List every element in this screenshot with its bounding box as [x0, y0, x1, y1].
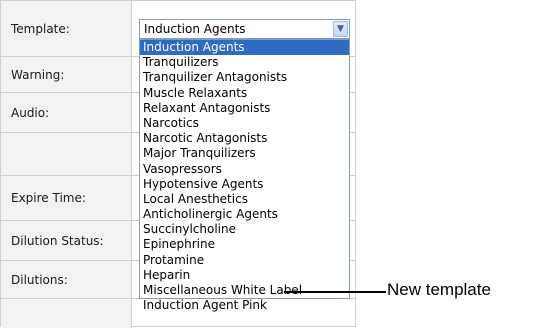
template-option[interactable]: Muscle Relaxants	[140, 86, 349, 101]
template-option[interactable]: Induction Agents	[140, 40, 349, 56]
warning-label: Warning:	[1, 57, 132, 93]
template-option-new[interactable]: Induction Agent Pink	[140, 298, 349, 313]
template-label: Template:	[1, 1, 132, 57]
template-option[interactable]: Hypotensive Agents	[140, 177, 349, 192]
template-select-value: Induction Agents	[144, 22, 246, 36]
audio-label: Audio:	[1, 93, 132, 133]
template-option[interactable]: Anticholinergic Agents	[140, 207, 349, 222]
chevron-down-icon[interactable]: ▼	[333, 21, 348, 37]
expire-time-label: Expire Time:	[1, 176, 132, 221]
dilution-status-label: Dilution Status:	[1, 221, 132, 261]
template-option[interactable]: Local Anesthetics	[140, 192, 349, 207]
template-option[interactable]: Tranquilizer Antagonists	[140, 70, 349, 85]
template-option[interactable]: Relaxant Antagonists	[140, 101, 349, 116]
template-option[interactable]: Vasopressors	[140, 162, 349, 177]
template-option[interactable]: Heparin	[140, 268, 349, 283]
template-select[interactable]: Induction Agents ▼	[139, 19, 350, 39]
template-option[interactable]: Narcotic Antagonists	[140, 131, 349, 146]
template-option[interactable]: Tranquilizers	[140, 55, 349, 70]
template-dropdown-list: Induction Agents Tranquilizers Tranquili…	[139, 39, 350, 312]
callout-label: New template	[387, 280, 491, 299]
template-option[interactable]: Major Tranquilizers	[140, 146, 349, 161]
template-option[interactable]: Epinephrine	[140, 237, 349, 252]
template-option[interactable]: Narcotics	[140, 116, 349, 131]
template-option[interactable]: Protamine	[140, 253, 349, 268]
blank-label	[1, 133, 132, 176]
bottom-blank-label	[1, 299, 132, 328]
callout-line	[284, 291, 386, 293]
template-option[interactable]: Succinylcholine	[140, 222, 349, 237]
dilutions-label: Dilutions:	[1, 261, 132, 299]
